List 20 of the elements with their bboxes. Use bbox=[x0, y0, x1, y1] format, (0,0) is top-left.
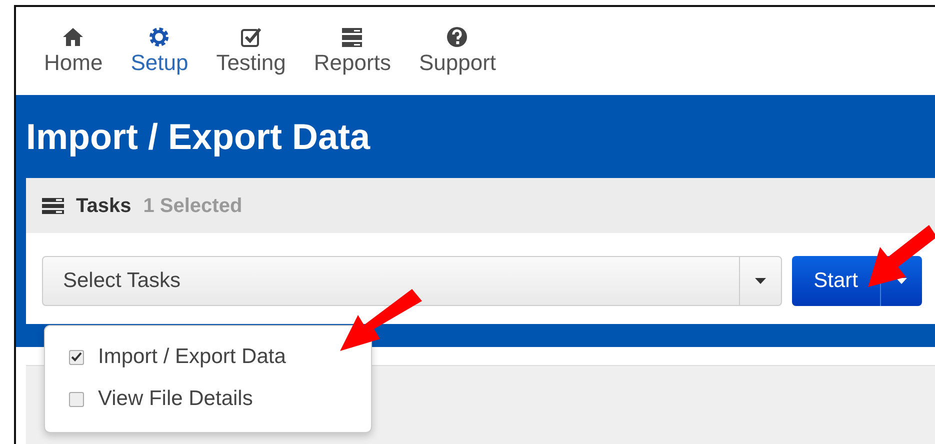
nav-tab[interactable]: Home bbox=[44, 26, 103, 76]
checkbox[interactable] bbox=[69, 392, 84, 406]
nav-tab[interactable]: Testing bbox=[216, 26, 286, 76]
nav-tab[interactable]: Setup bbox=[130, 26, 188, 76]
page-title: Import / Export Data bbox=[26, 115, 372, 159]
caret-icon bbox=[754, 278, 766, 284]
tasks-select[interactable]: Select Tasks bbox=[42, 256, 782, 306]
list-icon bbox=[42, 198, 64, 214]
list-icon bbox=[341, 26, 364, 48]
menu-option[interactable]: View File Details bbox=[69, 378, 253, 420]
selected-count: 1 Selected bbox=[143, 194, 242, 219]
home-icon bbox=[62, 26, 84, 48]
gear-icon bbox=[148, 26, 170, 48]
menu-option[interactable]: Import / Export Data bbox=[69, 336, 286, 378]
checkbox-icon bbox=[240, 26, 262, 48]
help-icon bbox=[446, 26, 468, 48]
nav-tab[interactable]: Reports bbox=[314, 26, 391, 76]
nav-tab[interactable]: Support bbox=[418, 26, 496, 76]
panel-title: Tasks bbox=[76, 194, 132, 219]
checkbox[interactable] bbox=[69, 350, 84, 364]
